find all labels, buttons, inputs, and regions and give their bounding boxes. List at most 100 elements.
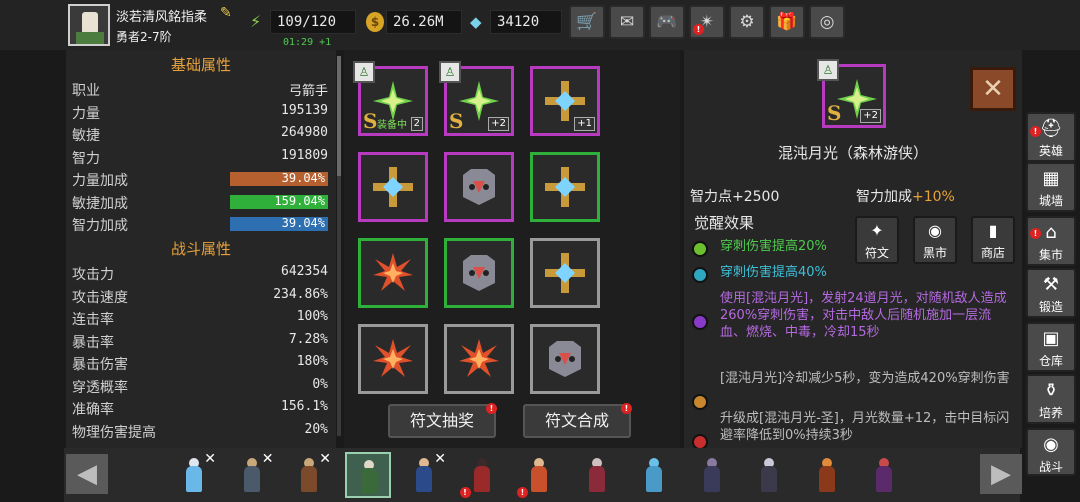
stat-row: 攻击速度 234.86%	[72, 285, 328, 307]
nav-battle-button[interactable]: ◉ 战斗	[1026, 428, 1076, 476]
gamepad-button[interactable]: 🎮	[649, 5, 685, 39]
hero-locked-mark: ✕	[319, 451, 331, 467]
energy-timer: 01:29 +1	[283, 37, 332, 48]
rune-slot[interactable]	[358, 238, 428, 308]
stats-scrollbar[interactable]	[337, 56, 341, 436]
hero-portrait[interactable]: ✕	[172, 452, 218, 498]
mail-icon: ✉	[619, 12, 635, 32]
black-market-icon: ◉	[928, 221, 942, 240]
stat-bonus-bar: 159.04%	[230, 193, 328, 209]
stat-value: 39.04%	[281, 171, 325, 185]
effect-level-dot	[692, 241, 708, 257]
prev-arrow-button[interactable]: ◀	[66, 454, 108, 494]
stat-row: 智力 191809	[72, 146, 328, 168]
color-wheel-button[interactable]: ◎	[809, 5, 845, 39]
rune-slot[interactable]	[358, 324, 428, 394]
fire-burst-rune-icon	[459, 339, 499, 377]
settings-icon: ⚙	[739, 12, 755, 32]
hero-locked-mark: ✕	[204, 451, 216, 467]
player-name: 淡若清风銘指柔	[116, 10, 208, 25]
stat-value: 弓箭手	[288, 84, 328, 99]
stat-row: 攻击力 642354	[72, 262, 328, 284]
hero-portrait[interactable]: !	[459, 452, 506, 498]
hero-portrait[interactable]	[344, 452, 391, 498]
stat-value: 159.04%	[274, 193, 325, 208]
hero-locked-mark: ✕	[434, 451, 446, 467]
quick-rune-button[interactable]: ✦ 符文	[855, 216, 899, 264]
nav-training-button[interactable]: ⚱ 培养	[1026, 374, 1076, 424]
mail-button[interactable]: ✉	[609, 5, 645, 39]
nav-market-button[interactable]: ⌂ 集市!	[1026, 216, 1076, 266]
rune-slot[interactable]: ♙ S +2	[439, 61, 514, 136]
rune-grade: S	[449, 109, 464, 133]
stat-value: 156.1%	[281, 399, 328, 414]
hero-portrait[interactable]: !	[517, 452, 563, 498]
next-arrow-button[interactable]: ▶	[980, 454, 1022, 494]
wall-icon: ▦	[1042, 168, 1060, 189]
stat-label: 攻击速度	[72, 289, 128, 306]
stat-label: 连击率	[72, 312, 114, 328]
energy-icon: ⚡	[250, 12, 262, 31]
stat-row: 力量加成 39.04%	[72, 168, 328, 190]
hero-portrait-badge: ♙	[439, 61, 461, 83]
stat-value: 642354	[281, 264, 328, 279]
stat-label: 准确率	[72, 402, 114, 418]
stat-value: 234.86%	[273, 286, 328, 302]
hero-portrait[interactable]: ✕	[230, 452, 276, 498]
hero-portrait[interactable]	[575, 452, 621, 498]
effect-level-dot	[692, 394, 708, 410]
rune-level: 2	[410, 117, 423, 131]
battle-icon: ◉	[1043, 434, 1059, 455]
alert-dot: !	[459, 487, 471, 498]
rune-slot[interactable]	[444, 238, 514, 308]
effects-button[interactable]: ✴!	[689, 5, 725, 39]
gold-coin-icon: $	[366, 12, 384, 32]
blue-cross-rune-icon	[545, 253, 585, 293]
green-star-rune-icon	[459, 81, 499, 121]
nav-storage-button[interactable]: ▣ 仓库	[1026, 322, 1076, 372]
rune-slot[interactable]	[530, 238, 600, 308]
stat-label: 攻击力	[72, 267, 114, 283]
rune-level: +1	[574, 117, 595, 131]
hero-portrait[interactable]: ✕	[287, 452, 333, 498]
rune-slot[interactable]: ♙ S 2 装备中	[353, 61, 428, 136]
rune-slot[interactable]	[358, 152, 428, 222]
edit-name-icon[interactable]: ✎	[220, 5, 236, 21]
stat-row: 敏捷 264980	[72, 123, 328, 145]
shop-cart-icon: 🛒	[576, 12, 598, 32]
stat-value: 191809	[281, 147, 328, 163]
hero-portrait[interactable]: ✕	[402, 452, 448, 498]
rune-level: +2	[488, 117, 509, 131]
quick-black-market-button[interactable]: ◉ 黑市	[913, 216, 957, 264]
stat-row: 穿透概率 0%	[72, 375, 328, 397]
forge-icon: ⚒	[1042, 274, 1060, 295]
hero-portrait[interactable]	[690, 452, 736, 498]
player-avatar[interactable]	[68, 4, 110, 46]
shop-cart-button[interactable]: 🛒	[569, 5, 605, 39]
rune-slot[interactable]	[444, 324, 514, 394]
hero-portrait[interactable]	[862, 452, 908, 498]
nav-heroes-button[interactable]: ⛑ 英雄!	[1026, 112, 1076, 162]
rune-draw-button[interactable]: 符文抽奖 !	[388, 403, 497, 438]
nav-forge-button[interactable]: ⚒ 锻造	[1026, 268, 1076, 318]
stat-row: 暴击率 7.28%	[72, 330, 328, 352]
quick-shop-button[interactable]: ▮ 商店	[971, 216, 1015, 264]
rune-slot[interactable]: +1	[530, 66, 600, 136]
hero-portrait[interactable]	[805, 452, 851, 498]
rune-slot[interactable]	[444, 152, 514, 222]
stat-row: 连击率 100%	[72, 307, 328, 329]
hero-portrait[interactable]	[747, 452, 793, 498]
rune-slot[interactable]	[530, 152, 600, 222]
gift-button[interactable]: 🎁	[769, 5, 805, 39]
stats-panel[interactable]: 基础属性 职业 弓箭手 力量 195139 敏捷 264980 智力 191809 力量加成 3…	[66, 50, 336, 448]
stat-label: 敏捷	[72, 128, 100, 144]
rune-slot[interactable]	[530, 324, 600, 394]
gem-value: 34120	[490, 10, 562, 34]
nav-wall-button[interactable]: ▦ 城墙	[1026, 162, 1076, 212]
rune-merge-button[interactable]: 符文合成 !	[523, 403, 632, 438]
hero-portrait[interactable]	[632, 452, 678, 498]
stat-value: 264980	[281, 125, 328, 140]
close-button[interactable]: ✕	[970, 67, 1016, 111]
settings-button[interactable]: ⚙	[729, 5, 765, 39]
rune-grid-panel[interactable]: ♙ S 2 装备中 ♙ S +2 +1	[344, 50, 680, 448]
